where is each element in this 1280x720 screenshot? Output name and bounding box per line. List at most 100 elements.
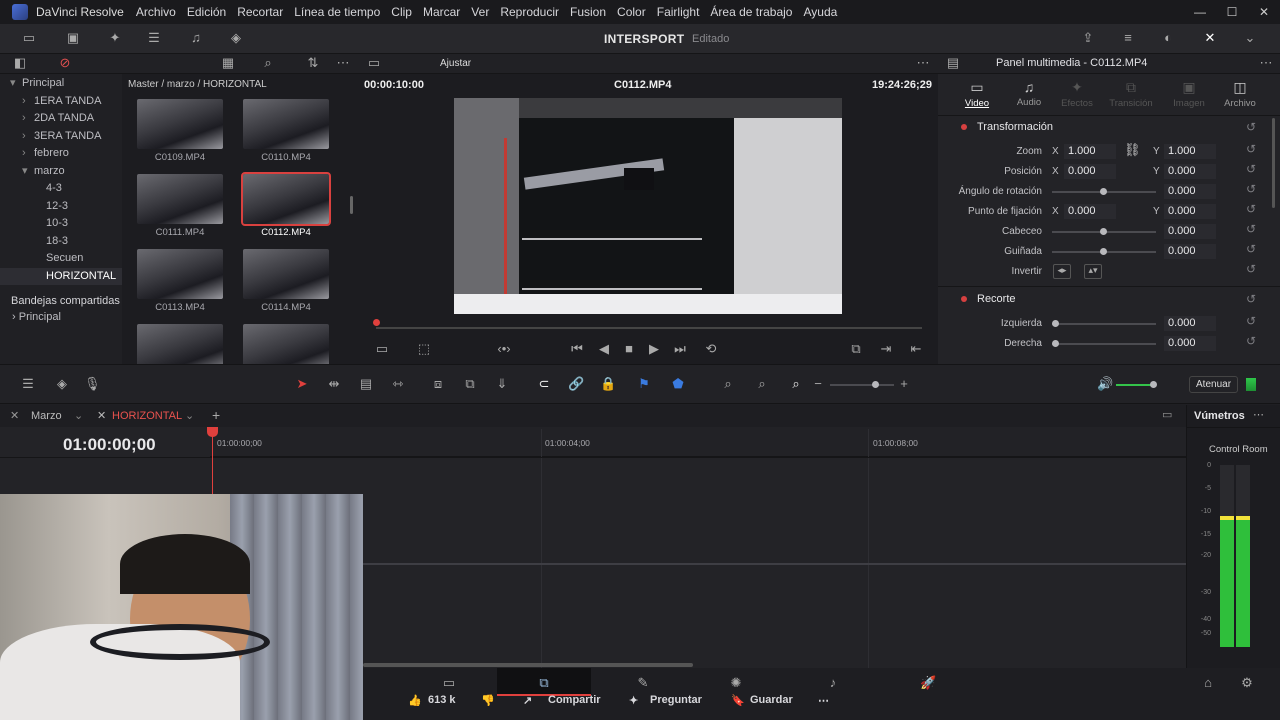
save-icon[interactable]: 🔖 bbox=[731, 694, 745, 707]
loop-icon[interactable]: ⟲ bbox=[703, 342, 719, 356]
save-button[interactable]: Guardar bbox=[750, 694, 793, 706]
link-icon[interactable]: ⛓ bbox=[1124, 143, 1141, 157]
viewer-more-icon[interactable]: ⋯ bbox=[915, 56, 931, 70]
menu-item-5[interactable]: Marcar bbox=[423, 5, 460, 19]
rotation-slider[interactable] bbox=[1052, 188, 1156, 195]
yaw-slider[interactable] bbox=[1052, 248, 1156, 255]
menu-item-11[interactable]: Área de trabajo bbox=[710, 5, 792, 19]
bin-arrow-icon[interactable]: › bbox=[22, 110, 34, 128]
clip-thumbnail[interactable] bbox=[243, 249, 329, 299]
bin-item-9[interactable]: 18-3 bbox=[0, 233, 122, 251]
zoom-out-icon[interactable]: − bbox=[810, 377, 826, 391]
metadata-icon[interactable]: ◐ bbox=[1160, 31, 1176, 45]
anchor-x-field[interactable]: 0.000 bbox=[1064, 204, 1116, 219]
close-tab-icon[interactable]: ✕ bbox=[10, 409, 19, 422]
play-icon[interactable]: ▶ bbox=[646, 342, 662, 356]
zoom-full-icon[interactable]: ⌕ bbox=[720, 377, 736, 391]
bin-item-7[interactable]: 12-3 bbox=[0, 198, 122, 216]
ruler[interactable] bbox=[210, 427, 1186, 457]
menu-item-3[interactable]: Línea de tiempo bbox=[294, 5, 380, 19]
replace-clip-icon[interactable]: ⇓ bbox=[494, 377, 510, 391]
crop-reset-icon[interactable]: ↺ bbox=[1246, 292, 1256, 306]
bin-item-5[interactable]: ▾ marzo bbox=[0, 163, 122, 181]
bin-item-4[interactable]: › febrero bbox=[0, 145, 122, 163]
zoom-x-field[interactable]: 1.000 bbox=[1064, 144, 1116, 159]
tab-marzo-dropdown-icon[interactable]: ⌄ bbox=[74, 409, 83, 422]
page-color-icon[interactable]: ✺ bbox=[728, 676, 744, 690]
bin-arrow-icon[interactable]: › bbox=[22, 93, 34, 111]
home-icon[interactable]: ⌂ bbox=[1200, 676, 1216, 690]
page-fusion-icon[interactable]: ✎ bbox=[635, 676, 651, 690]
clip-view-icon[interactable]: ▭ bbox=[374, 342, 390, 356]
media-pool-icon[interactable]: ▭ bbox=[21, 31, 37, 45]
volume-slider[interactable] bbox=[1116, 381, 1157, 388]
crop-left-reset-icon[interactable]: ↺ bbox=[1246, 314, 1256, 328]
crop-left-slider[interactable] bbox=[1052, 320, 1156, 327]
menu-item-10[interactable]: Fairlight bbox=[657, 5, 700, 19]
media-icon[interactable]: ▣ bbox=[65, 31, 81, 45]
pitch-reset-icon[interactable]: ↺ bbox=[1246, 222, 1256, 236]
dislike-icon[interactable]: 👎 bbox=[481, 694, 495, 707]
flip-horizontal-button[interactable]: ◂▸ bbox=[1053, 264, 1071, 279]
timeline-view-icon[interactable]: ◈ bbox=[54, 377, 70, 391]
menu-item-6[interactable]: Ver bbox=[471, 5, 489, 19]
inspector-icon[interactable]: ✕ bbox=[1202, 31, 1218, 45]
crop-left-field[interactable]: 0.000 bbox=[1164, 316, 1216, 331]
flag-icon[interactable]: ⚑ bbox=[636, 377, 652, 391]
flip-vertical-button[interactable]: ▴▾ bbox=[1084, 264, 1102, 279]
page-edit-icon[interactable]: ⧉ bbox=[536, 676, 552, 690]
lock-icon[interactable]: 🔒 bbox=[600, 377, 616, 391]
clip-thumbnail[interactable] bbox=[137, 174, 223, 224]
crop-right-slider[interactable] bbox=[1052, 340, 1156, 347]
bin-item-3[interactable]: › 3ERA TANDA bbox=[0, 128, 122, 146]
bin-arrow-icon[interactable]: ▾ bbox=[22, 163, 34, 181]
shared-bin-principal[interactable]: › Principal bbox=[12, 311, 61, 323]
rotation-reset-icon[interactable]: ↺ bbox=[1246, 182, 1256, 196]
tab-horizontal-dropdown-icon[interactable]: ⌄ bbox=[185, 409, 194, 422]
selection-tool-icon[interactable]: ➤ bbox=[294, 377, 310, 391]
menu-item-9[interactable]: Color bbox=[617, 5, 646, 19]
marker-icon[interactable]: ⬟ bbox=[670, 377, 686, 391]
bin-arrow-icon[interactable]: › bbox=[22, 128, 34, 146]
inspector-more-icon[interactable]: ⋯ bbox=[1258, 56, 1274, 70]
sound-library-icon[interactable]: ♫ bbox=[188, 31, 204, 45]
vumeter-more-icon[interactable]: ⋯ bbox=[1253, 408, 1264, 421]
close-icon[interactable]: ✕ bbox=[1248, 0, 1280, 24]
menu-item-2[interactable]: Recortar bbox=[237, 5, 283, 19]
timeline-zoom-slider[interactable] bbox=[830, 381, 894, 388]
voiceover-icon[interactable]: 🎙 bbox=[84, 377, 101, 391]
dim-button[interactable]: Atenuar bbox=[1189, 376, 1239, 393]
last-frame-icon[interactable]: ⏭ bbox=[672, 342, 688, 356]
pitch-slider[interactable] bbox=[1052, 228, 1156, 235]
link-clips-icon[interactable]: 🔗 bbox=[568, 377, 584, 391]
viewer-mode-icon[interactable]: ▭ bbox=[366, 56, 382, 70]
play-reverse-icon[interactable]: ◀ bbox=[596, 342, 612, 356]
page-fairlight-icon[interactable]: ♪ bbox=[825, 676, 841, 690]
prev-edit-icon[interactable]: ⇤ bbox=[908, 342, 924, 356]
more-actions-icon[interactable]: ⋯ bbox=[818, 694, 829, 707]
like-icon[interactable]: 👍 bbox=[408, 694, 422, 707]
zoom-reset-icon[interactable]: ↺ bbox=[1246, 142, 1256, 156]
dynamic-trim-icon[interactable]: ⇿ bbox=[390, 377, 406, 391]
volume-icon[interactable]: 🔊 bbox=[1097, 377, 1113, 391]
index-icon[interactable]: ☰ bbox=[146, 31, 162, 45]
effects-icon[interactable]: ✦ bbox=[107, 31, 123, 45]
anchor-reset-icon[interactable]: ↺ bbox=[1246, 202, 1256, 216]
filter-icon[interactable]: ⊘ bbox=[57, 56, 73, 70]
flow-icon[interactable]: ◈ bbox=[228, 31, 244, 45]
maximize-icon[interactable]: ☐ bbox=[1216, 0, 1248, 24]
trim-tool-icon[interactable]: ⇹ bbox=[326, 377, 342, 391]
inspector-tab-3[interactable]: ⧉ Transición bbox=[1106, 79, 1156, 109]
menu-item-0[interactable]: Archivo bbox=[136, 5, 176, 19]
clip-thumbnail[interactable] bbox=[137, 99, 223, 149]
next-edit-icon[interactable]: ⇥ bbox=[878, 342, 894, 356]
crop-right-reset-icon[interactable]: ↺ bbox=[1246, 334, 1256, 348]
expand-icon[interactable]: ⌄ bbox=[1242, 31, 1258, 45]
search-icon[interactable]: ⌕ bbox=[260, 56, 276, 70]
rotation-field[interactable]: 0.000 bbox=[1164, 184, 1216, 199]
inspector-tab-0[interactable]: ▭ Video bbox=[952, 79, 1002, 109]
playhead-head[interactable] bbox=[207, 427, 218, 437]
bin-item-11[interactable]: HORIZONTAL bbox=[0, 267, 122, 285]
page-media-icon[interactable]: ▭ bbox=[441, 676, 457, 690]
first-frame-icon[interactable]: ⏮ bbox=[569, 342, 585, 356]
